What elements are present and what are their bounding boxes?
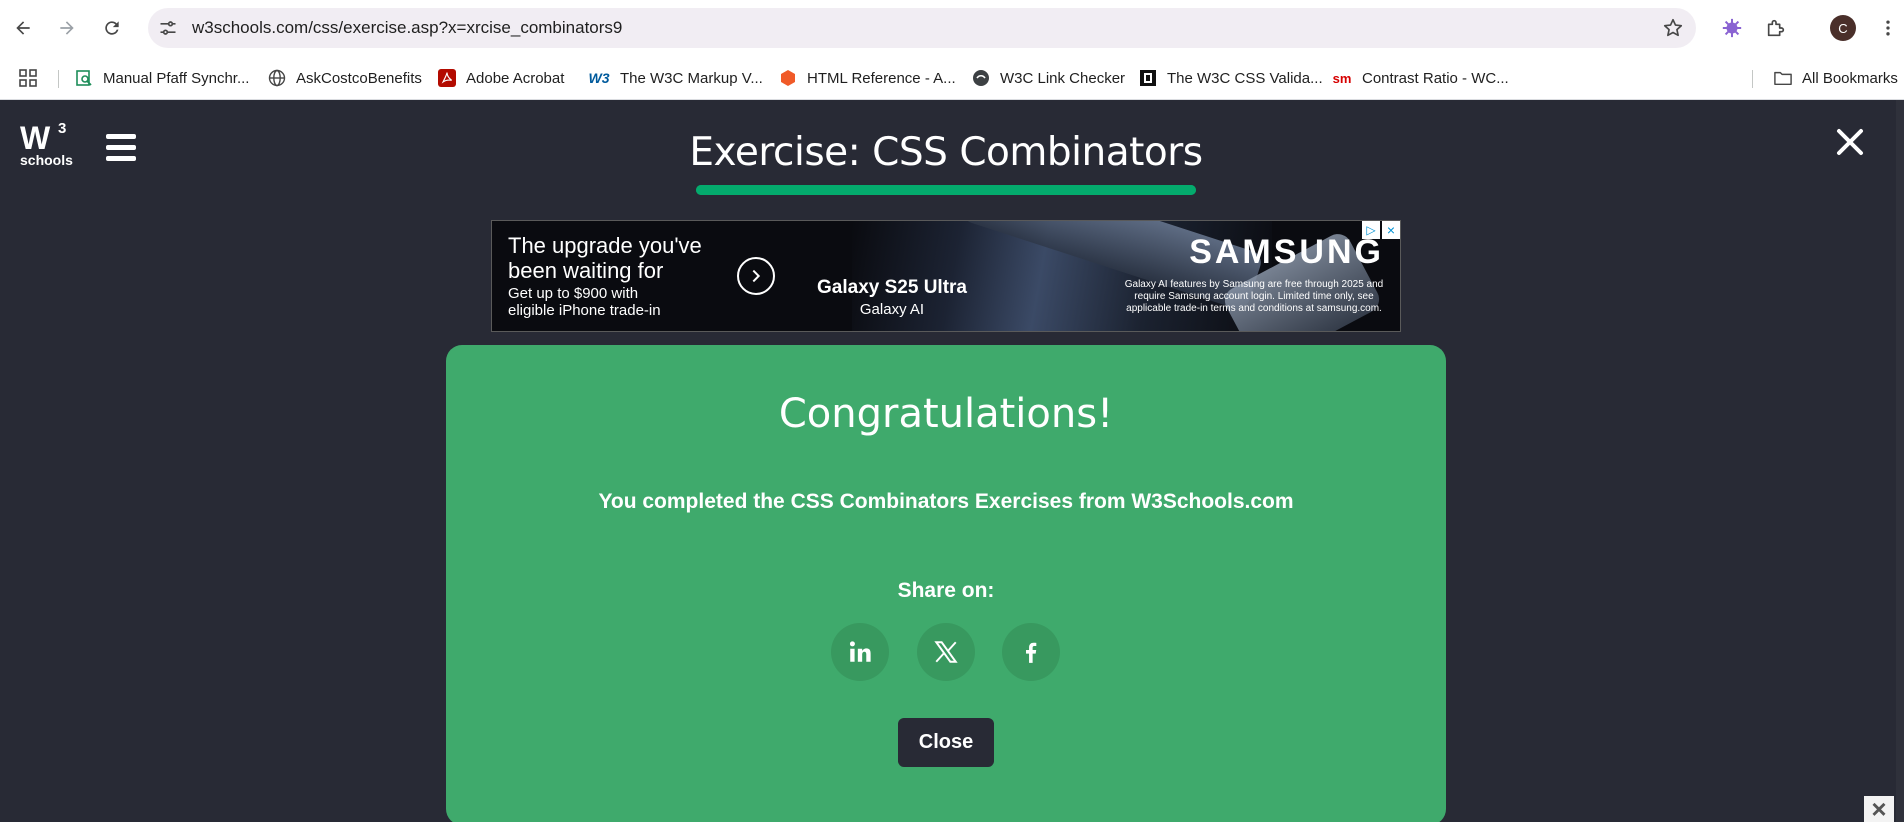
ad-fine-print: Galaxy AI features by Samsung are free t… (1124, 279, 1384, 314)
bookmark-label: AskCostcoBenefits (296, 69, 422, 87)
extension-puzzle-icon[interactable] (1762, 14, 1790, 42)
completion-message: You completed the CSS Combinators Exerci… (598, 490, 1294, 513)
bookmark-label: W3C Link Checker (1000, 69, 1126, 87)
bookmark-item[interactable]: sm Contrast Ratio - WC... (1332, 66, 1509, 90)
facebook-icon (1026, 642, 1037, 663)
progress-fill (696, 185, 1196, 195)
linkedin-share-button[interactable] (831, 623, 889, 681)
bookmark-item[interactable]: AskCostcoBenefits (268, 66, 422, 90)
folder-icon (1774, 69, 1792, 87)
all-bookmarks-label: All Bookmarks (1802, 69, 1898, 87)
linkedin-icon (849, 641, 871, 662)
scrollbar[interactable] (1896, 100, 1904, 822)
back-icon (16, 21, 30, 35)
bookmarks-divider (58, 70, 59, 88)
logo-schools: schools (20, 152, 73, 168)
ad-subtext: Get up to $900 with eligible iPhone trad… (508, 285, 661, 319)
profile-avatar[interactable]: C (1830, 15, 1856, 41)
bookmark-item[interactable]: W3C Link Checker (972, 66, 1125, 90)
adchoices-icon[interactable]: ▷ (1362, 221, 1380, 239)
back-button[interactable] (7, 12, 39, 44)
bookmark-label: The W3C CSS Valida... (1167, 69, 1323, 87)
address-bar[interactable]: w3schools.com/css/exercise.asp?x=xrcise_… (148, 8, 1696, 48)
globe-icon (268, 69, 286, 87)
w3schools-logo[interactable]: W 3 schools (20, 120, 73, 174)
bookmark-label: Manual Pfaff Synchr... (103, 69, 250, 87)
forward-icon (60, 21, 74, 35)
css-validator-icon (1139, 69, 1157, 87)
ad-ai: Galaxy AI (859, 301, 925, 318)
all-bookmarks-button[interactable]: All Bookmarks (1774, 66, 1898, 90)
reload-icon (105, 21, 119, 35)
chevron-right-icon[interactable] (737, 257, 775, 295)
hamburger-menu-icon[interactable] (106, 134, 136, 162)
ad-close-icon[interactable]: × (1382, 221, 1400, 239)
progress-bar (696, 185, 1196, 195)
close-button[interactable]: Close (898, 718, 994, 767)
reload-button[interactable] (96, 12, 128, 44)
ad-banner[interactable]: The upgrade you've been waiting for Get … (491, 220, 1401, 332)
ad-headline: The upgrade you've been waiting for (508, 233, 702, 283)
apps-grid-icon[interactable] (18, 66, 38, 90)
congratulations-modal: Congratulations! You completed the CSS C… (446, 345, 1446, 822)
bookmark-item[interactable]: The W3C CSS Valida... (1139, 66, 1323, 90)
bookmark-label: HTML Reference - A... (807, 69, 956, 87)
kebab-menu-icon[interactable] (1874, 14, 1902, 42)
acrobat-icon (438, 69, 456, 87)
tune-icon[interactable] (158, 18, 178, 38)
bookmark-item[interactable]: Adobe Acrobat (438, 66, 564, 90)
bookmarks-bar: Manual Pfaff Synchr... AskCostcoBenefits… (0, 56, 1904, 100)
ad-model: Galaxy S25 Ultra (817, 277, 967, 298)
ad-brand: SAMSUNG (1189, 233, 1384, 271)
x-share-button[interactable] (917, 623, 975, 681)
html-ref-icon (779, 69, 797, 87)
star-icon[interactable] (1662, 17, 1684, 39)
w3c-icon: W3 (588, 70, 610, 86)
modal-heading: Congratulations! (778, 391, 1114, 437)
share-label: Share on: (897, 579, 995, 602)
search-doc-icon (75, 69, 93, 87)
bookmark-label: Adobe Acrobat (466, 69, 565, 87)
exercise-title: Exercise: CSS Combinators (689, 130, 1203, 175)
gemini-icon[interactable] (1718, 14, 1746, 42)
x-logo-icon (934, 641, 958, 663)
exercise-page: W 3 schools Exercise: CSS Combinators Th… (0, 100, 1904, 822)
facebook-share-button[interactable] (1002, 623, 1060, 681)
url-text[interactable]: w3schools.com/css/exercise.asp?x=xrcise_… (192, 18, 622, 38)
bookmark-item[interactable]: W3 The W3C Markup V... (588, 66, 763, 90)
forward-button[interactable] (51, 12, 83, 44)
bookmark-label: The W3C Markup V... (620, 69, 763, 87)
logo-superscript: 3 (58, 120, 67, 137)
sticky-ad-close-icon[interactable]: × (1864, 794, 1894, 822)
bookmark-item[interactable]: Manual Pfaff Synchr... (75, 66, 249, 90)
bookmark-item[interactable]: HTML Reference - A... (779, 66, 956, 90)
bookmark-label: Contrast Ratio - WC... (1362, 69, 1509, 87)
sm-icon: sm (1332, 70, 1352, 86)
close-icon[interactable] (1834, 126, 1866, 158)
bookmarks-divider (1752, 70, 1753, 88)
logo-w: W (20, 120, 50, 156)
link-checker-icon (972, 69, 990, 87)
browser-toolbar: w3schools.com/css/exercise.asp?x=xrcise_… (0, 0, 1904, 56)
